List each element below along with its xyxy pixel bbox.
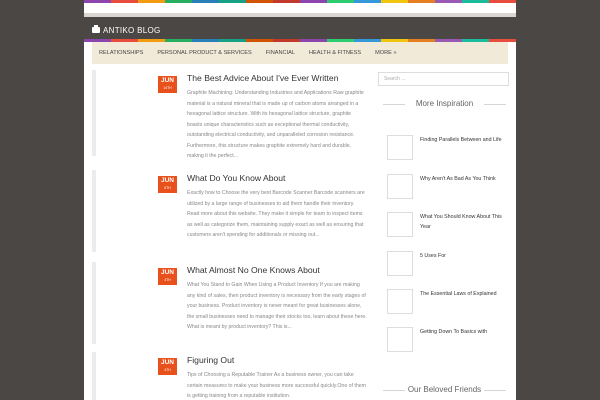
- post-month: JUN: [160, 269, 174, 276]
- post-thumbnail[interactable]: [387, 327, 413, 352]
- site-title[interactable]: ANTIKO BLOG: [103, 26, 161, 35]
- post-day: 4TH: [164, 278, 171, 282]
- nav-item-financial[interactable]: FINANCIAL: [259, 50, 302, 56]
- post-thumbnail[interactable]: [387, 212, 413, 237]
- site-header: ANTIKO BLOG: [84, 21, 516, 39]
- stripe-segment: [192, 0, 219, 3]
- post-thumbnail[interactable]: [387, 174, 413, 199]
- inspiration-link[interactable]: Why Aren't As Bad As You Think: [420, 174, 504, 184]
- stripe-segment: [84, 0, 111, 3]
- post-item: JUN 6TH What Do You Know About Exactly h…: [92, 170, 372, 252]
- post-excerpt: Tips of Choosing a Reputable Trainer As …: [187, 372, 366, 399]
- nav-item-more[interactable]: MORE »: [368, 50, 403, 56]
- post-item: JUN 4TH What Almost No One Knows About W…: [92, 262, 372, 344]
- list-item[interactable]: Getting Down To Basics with: [387, 327, 507, 355]
- color-stripe: [84, 0, 516, 3]
- post-excerpt: What You Stand to Gain When Using a Prod…: [187, 282, 367, 330]
- post-title[interactable]: What Do You Know About: [187, 173, 285, 183]
- stripe-segment: [462, 0, 489, 3]
- post-day: 6TH: [164, 186, 171, 190]
- post-item: JUN 4TH Figuring Out Tips of Choosing a …: [92, 352, 372, 400]
- inspiration-link[interactable]: What You Should Know About This Year: [420, 212, 504, 232]
- post-excerpt: Graphite Machining: Understanding Indust…: [187, 90, 364, 159]
- post-thumbnail[interactable]: [387, 289, 413, 314]
- page-container: RELATIONSHIPS PERSONAL PRODUCT & SERVICE…: [84, 42, 516, 400]
- stripe-segment: [354, 0, 381, 3]
- post-date-badge: JUN 6TH: [158, 176, 177, 193]
- post-thumbnail[interactable]: [387, 251, 413, 276]
- list-item[interactable]: What You Should Know About This Year: [387, 212, 507, 240]
- post-thumbnail[interactable]: [387, 135, 413, 160]
- widget-title: Our Beloved Friends: [379, 385, 510, 394]
- nav-item-relationships[interactable]: RELATIONSHIPS: [92, 50, 150, 56]
- post-divider: [92, 352, 96, 400]
- inspiration-link[interactable]: Getting Down To Basics with: [420, 327, 504, 337]
- stripe-segment: [300, 0, 327, 3]
- briefcase-icon: [92, 25, 100, 33]
- post-divider: [92, 70, 96, 156]
- widget-title: More Inspiration: [379, 99, 510, 108]
- nav-item-health-fitness[interactable]: HEALTH & FITNESS: [302, 50, 368, 56]
- post-day: 4TH: [164, 368, 171, 372]
- stripe-segment: [165, 0, 192, 3]
- list-item[interactable]: Finding Parallels Between and Life: [387, 135, 507, 163]
- inspiration-link[interactable]: Finding Parallels Between and Life: [420, 135, 504, 145]
- post-month: JUN: [160, 177, 174, 184]
- stripe-segment: [327, 0, 354, 3]
- stripe-segment: [138, 0, 165, 3]
- nav-item-personal-product-services[interactable]: PERSONAL PRODUCT & SERVICES: [150, 50, 258, 56]
- post-month: JUN: [160, 359, 174, 366]
- stripe-segment: [408, 0, 435, 3]
- list-item[interactable]: 5 Uses For: [387, 251, 507, 279]
- stripe-segment: [435, 0, 462, 3]
- post-divider: [92, 262, 96, 344]
- inspiration-link[interactable]: 5 Uses For: [420, 251, 504, 261]
- stripe-segment: [489, 0, 516, 3]
- post-title[interactable]: What Almost No One Knows About: [187, 265, 320, 275]
- post-title[interactable]: Figuring Out: [187, 355, 234, 365]
- friends-widget: Our Beloved Friends: [378, 374, 509, 400]
- list-item[interactable]: Why Aren't As Bad As You Think: [387, 174, 507, 202]
- post-date-badge: JUN 14TH: [158, 76, 177, 93]
- list-item[interactable]: The Essential Laws of Explained: [387, 289, 507, 317]
- post-title[interactable]: The Best Advice About I've Ever Written: [187, 73, 338, 83]
- stripe-segment: [111, 0, 138, 3]
- post-excerpt: Exactly how to Choose the very best Barc…: [187, 190, 365, 238]
- stripe-segment: [246, 0, 273, 3]
- main-nav: RELATIONSHIPS PERSONAL PRODUCT & SERVICE…: [92, 42, 508, 64]
- post-date-badge: JUN 4TH: [158, 268, 177, 285]
- stripe-segment: [273, 0, 300, 3]
- post-item: JUN 14TH The Best Advice About I've Ever…: [92, 70, 372, 159]
- inspiration-link[interactable]: The Essential Laws of Explained: [420, 289, 504, 299]
- stripe-segment: [219, 0, 246, 3]
- stripe-segment: [381, 0, 408, 3]
- post-divider: [92, 170, 96, 252]
- inspiration-widget: More Inspiration Finding Parallels Betwe…: [378, 94, 509, 374]
- post-month: JUN: [160, 77, 174, 84]
- post-date-badge: JUN 4TH: [158, 358, 177, 375]
- search-input[interactable]: Search ...: [378, 72, 509, 86]
- post-day: 14TH: [163, 86, 172, 90]
